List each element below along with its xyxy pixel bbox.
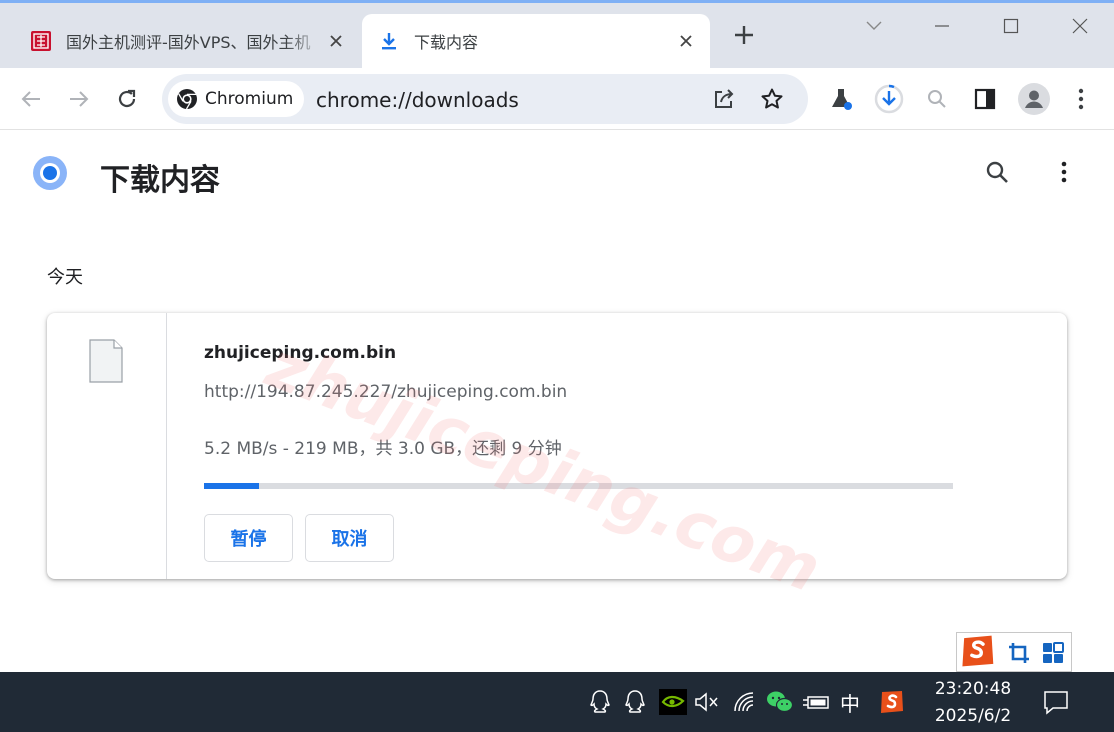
- browser-toolbar: Chromium chrome://downloads: [0, 68, 1114, 130]
- site-seal-icon: [30, 30, 52, 52]
- close-tab-icon[interactable]: [674, 29, 698, 53]
- cancel-button[interactable]: 取消: [305, 514, 394, 562]
- tray-qq-1[interactable]: [584, 686, 616, 718]
- back-button[interactable]: [16, 84, 46, 114]
- tray-sogou[interactable]: [876, 686, 908, 718]
- file-icon: [89, 339, 123, 383]
- notification-icon: [1044, 691, 1068, 715]
- minimize-icon: [935, 25, 949, 27]
- labs-button[interactable]: [824, 82, 858, 116]
- reload-icon: [118, 89, 136, 108]
- qq-icon: [625, 690, 645, 713]
- download-progress-fill: [204, 483, 259, 489]
- chevron-down-icon: [866, 21, 882, 30]
- wechat-icon: [767, 691, 794, 713]
- grid-apps-icon: [1043, 642, 1064, 663]
- profile-avatar-icon: [1018, 83, 1050, 115]
- download-url[interactable]: http://194.87.245.227/zhujiceping.com.bi…: [204, 382, 567, 402]
- tray-qq-2[interactable]: [619, 686, 651, 718]
- pause-button[interactable]: 暂停: [204, 514, 293, 562]
- maximize-icon: [1003, 18, 1019, 34]
- close-window-button[interactable]: [1066, 12, 1094, 40]
- forward-icon: [70, 91, 89, 107]
- side-panel-button[interactable]: [968, 82, 1002, 116]
- menu-kebab-icon: [1078, 88, 1084, 110]
- downloads-button[interactable]: [872, 82, 906, 116]
- maximize-button[interactable]: [997, 12, 1025, 40]
- sogou-icon: [962, 635, 994, 667]
- tab-search-button[interactable]: [860, 12, 888, 40]
- search-downloads-button[interactable]: [982, 157, 1012, 187]
- download-filename[interactable]: zhujiceping.com.bin: [204, 343, 396, 363]
- download-icon: [378, 30, 400, 52]
- chromium-logo-icon: [177, 89, 197, 110]
- date-group-label: 今天: [47, 267, 83, 288]
- zoom-icon: [928, 90, 946, 108]
- file-icon-column: [47, 313, 167, 579]
- back-icon: [21, 91, 40, 107]
- share-button[interactable]: [710, 85, 738, 113]
- screenshot-crop-button[interactable]: [1001, 635, 1037, 671]
- more-actions-button[interactable]: [1050, 157, 1078, 187]
- volume-muted-icon: [695, 692, 718, 712]
- downloads-progress-icon: [874, 84, 904, 114]
- bookmark-star-icon: [761, 88, 783, 109]
- page-header: 下载内容: [0, 131, 1114, 219]
- side-panel-icon: [974, 88, 996, 110]
- browser-menu-button[interactable]: [1064, 82, 1098, 116]
- tray-ime-mode[interactable]: 中: [834, 686, 866, 718]
- tray-notifications[interactable]: [1040, 686, 1072, 718]
- labs-flask-icon: [832, 89, 852, 110]
- reload-button[interactable]: [112, 84, 142, 114]
- tray-nvidia[interactable]: [657, 686, 689, 718]
- tray-network[interactable]: [729, 686, 761, 718]
- tab-title: 下载内容: [414, 33, 479, 52]
- windows-taskbar: 中 23:20:48 2025/6/2: [0, 672, 1114, 732]
- clock-date[interactable]: 2025/6/2: [928, 706, 1018, 726]
- tab-downloads[interactable]: 下载内容: [362, 14, 710, 68]
- site-info-chip[interactable]: Chromium: [168, 81, 304, 117]
- wifi-icon: [734, 692, 754, 712]
- chip-label: Chromium: [205, 89, 294, 109]
- tab-strip: 国外主机测评-国外VPS、国外主机 下载内容: [0, 0, 1114, 68]
- tab-title: 国外主机测评-国外VPS、国外主机: [66, 33, 311, 52]
- tab-strip-accent-line: [0, 0, 1114, 3]
- chromium-page-logo-icon: [33, 156, 67, 190]
- download-progress-bar: [204, 483, 953, 489]
- page-title: 下载内容: [100, 163, 220, 198]
- toolbox-button[interactable]: [1035, 635, 1071, 671]
- close-tab-icon[interactable]: [324, 29, 348, 53]
- plus-icon: [735, 26, 753, 44]
- download-status: 5.2 MB/s - 219 MB，共 3.0 GB，还剩 9 分钟: [204, 439, 562, 459]
- power-plug-icon: [803, 696, 829, 709]
- sogou-ime-toolbar: [956, 632, 1072, 672]
- qq-icon: [590, 690, 610, 713]
- tray-volume[interactable]: [691, 686, 723, 718]
- profile-button[interactable]: [1017, 82, 1051, 116]
- search-icon: [986, 161, 1008, 183]
- nvidia-icon: [659, 689, 687, 715]
- address-bar[interactable]: Chromium chrome://downloads: [162, 74, 808, 124]
- forward-button[interactable]: [64, 84, 94, 114]
- minimize-button[interactable]: [928, 12, 956, 40]
- menu-kebab-icon: [1061, 161, 1067, 183]
- share-icon: [715, 89, 734, 108]
- close-icon: [1072, 18, 1088, 34]
- crop-icon: [1009, 643, 1029, 663]
- clock-time[interactable]: 23:20:48: [928, 679, 1018, 699]
- tab-zhujiceping[interactable]: 国外主机测评-国外VPS、国外主机: [14, 14, 360, 68]
- download-item: zhujiceping.com.bin http://194.87.245.22…: [47, 313, 1067, 579]
- url-text[interactable]: chrome://downloads: [316, 88, 519, 112]
- new-tab-button[interactable]: [730, 24, 758, 52]
- zoom-button[interactable]: [920, 82, 954, 116]
- tray-wechat[interactable]: [764, 686, 796, 718]
- sogou-button[interactable]: [959, 635, 995, 671]
- bookmark-button[interactable]: [758, 85, 786, 113]
- sogou-icon: [881, 691, 903, 713]
- tray-power[interactable]: [800, 686, 832, 718]
